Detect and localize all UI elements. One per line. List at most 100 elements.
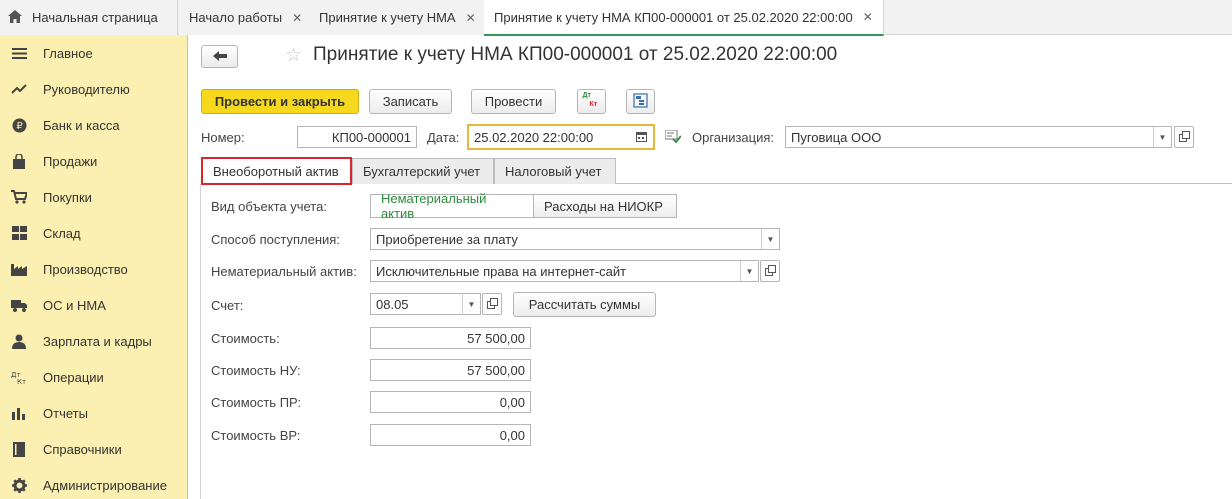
date-label: Дата: <box>427 130 460 145</box>
receipt-method-dropdown[interactable]: ▼ <box>761 229 779 249</box>
object-type-intangible[interactable]: Нематериальный актив <box>370 191 534 221</box>
grid-icon <box>11 225 27 241</box>
date-value: 25.02.2020 22:00:00 <box>474 129 594 145</box>
cost-field[interactable]: 57 500,00 <box>370 327 531 349</box>
tab-home-label: Начальная страница <box>32 10 158 25</box>
asset-dropdown[interactable]: ▼ <box>740 261 758 281</box>
check-document-icon[interactable] <box>664 129 682 146</box>
svg-text:Кт: Кт <box>17 378 26 385</box>
date-field[interactable]: 25.02.2020 22:00:00 <box>467 124 655 150</box>
dt-kt-icon: Дт Кт <box>11 369 27 385</box>
page-title: Принятие к учету НМА КП00-000001 от 25.0… <box>313 44 838 65</box>
sidebar-item-label: Операции <box>43 369 104 385</box>
svg-text:₽: ₽ <box>16 121 23 132</box>
sidebar-item-manager[interactable]: Руководителю <box>0 71 188 107</box>
open-icon <box>1178 130 1190 145</box>
organization-dropdown[interactable]: ▼ <box>1153 127 1171 147</box>
home-icon <box>8 9 22 26</box>
sidebar-item-purchases[interactable]: Покупки <box>0 179 188 215</box>
number-field[interactable]: КП00-000001 <box>297 126 417 148</box>
bar-chart-icon <box>11 405 27 421</box>
object-type-label: Вид объекта учета: <box>211 199 327 214</box>
dt-kt-icon: Дт Кт <box>583 92 601 111</box>
receipt-method-field[interactable]: Приобретение за плату <box>370 228 780 250</box>
cost-label: Стоимость: <box>211 331 280 346</box>
tab-nma-document[interactable]: Принятие к учету НМА КП00-000001 от 25.0… <box>484 0 884 36</box>
sidebar: Главное Руководителю ₽ Банк и касса Прод… <box>0 35 188 499</box>
close-icon[interactable]: ✕ <box>466 11 476 25</box>
person-icon <box>11 333 27 349</box>
tab-home[interactable]: Начальная страница <box>0 0 178 35</box>
arrow-left-icon <box>212 49 227 64</box>
organization-value: Пуговица ООО <box>791 129 882 145</box>
cost-vr-label: Стоимость ВР: <box>211 428 301 443</box>
post-and-close-button[interactable]: Провести и закрыть <box>201 89 359 114</box>
organization-open-button[interactable] <box>1174 126 1194 148</box>
sidebar-item-references[interactable]: Справочники <box>0 431 188 467</box>
asset-label: Нематериальный актив: <box>211 264 357 279</box>
cost-pr-field[interactable]: 0,00 <box>370 391 531 413</box>
cart-icon <box>11 189 27 205</box>
account-value: 08.05 <box>376 296 409 312</box>
structure-button[interactable] <box>626 89 655 114</box>
sidebar-item-warehouse[interactable]: Склад <box>0 215 188 251</box>
kt-label: Кт <box>589 100 598 108</box>
cost-vr-field[interactable]: 0,00 <box>370 424 531 446</box>
close-icon[interactable]: ✕ <box>863 10 873 24</box>
chevron-down-icon: ▼ <box>766 234 775 244</box>
sidebar-item-label: Склад <box>43 225 81 241</box>
tab-label: Принятие к учету НМА КП00-000001 от 25.0… <box>494 9 853 25</box>
close-icon[interactable]: ✕ <box>292 11 302 25</box>
sidebar-item-production[interactable]: Производство <box>0 251 188 287</box>
sidebar-item-label: Покупки <box>43 189 92 205</box>
tab-accounting[interactable]: Бухгалтерский учет <box>352 158 494 184</box>
sidebar-item-label: Администрирование <box>43 477 167 493</box>
tab-start[interactable]: Начало работы ✕ <box>179 0 314 35</box>
tab-nma-list[interactable]: Принятие к учету НМА ✕ <box>309 0 487 35</box>
save-button[interactable]: Записать <box>369 89 452 114</box>
dt-kt-button[interactable]: Дт Кт <box>577 89 606 114</box>
sidebar-item-sales[interactable]: Продажи <box>0 143 188 179</box>
chevron-down-icon: ▼ <box>467 299 476 309</box>
tab-label: Начало работы <box>189 10 283 25</box>
asset-field[interactable]: Исключительные права на интернет-сайт <box>370 260 759 282</box>
sidebar-item-operations[interactable]: Дт Кт Операции <box>0 359 188 395</box>
hierarchy-icon <box>633 92 648 111</box>
sidebar-item-bank[interactable]: ₽ Банк и касса <box>0 107 188 143</box>
trend-icon <box>11 81 27 97</box>
book-icon <box>11 441 27 457</box>
back-button[interactable] <box>201 45 238 68</box>
open-icon <box>764 264 776 279</box>
gear-icon <box>11 477 27 493</box>
object-type-rnd[interactable]: Расходы на НИОКР <box>533 194 677 218</box>
sidebar-item-reports[interactable]: Отчеты <box>0 395 188 431</box>
organization-field[interactable]: Пуговица ООО <box>785 126 1172 148</box>
calculate-sums-button[interactable]: Рассчитать суммы <box>513 292 656 317</box>
tab-label: Принятие к учету НМА <box>319 10 456 25</box>
account-open-button[interactable] <box>482 293 502 315</box>
calendar-icon[interactable] <box>636 130 647 145</box>
account-label: Счет: <box>211 298 244 313</box>
bag-icon <box>11 153 27 169</box>
factory-icon <box>11 261 27 277</box>
asset-open-button[interactable] <box>760 260 780 282</box>
tab-fixed-asset[interactable]: Внеоборотный актив <box>201 157 352 185</box>
open-icon <box>486 297 498 312</box>
account-dropdown[interactable]: ▼ <box>462 294 480 314</box>
tab-tax[interactable]: Налоговый учет <box>494 158 616 184</box>
sidebar-item-payroll[interactable]: Зарплата и кадры <box>0 323 188 359</box>
organization-label: Организация: <box>692 130 775 145</box>
post-button[interactable]: Провести <box>471 89 556 114</box>
content-border <box>200 184 201 499</box>
sidebar-item-label: Производство <box>43 261 128 277</box>
asset-value: Исключительные права на интернет-сайт <box>376 263 627 279</box>
cost-nu-field[interactable]: 57 500,00 <box>370 359 531 381</box>
sidebar-item-main[interactable]: Главное <box>0 35 188 71</box>
sidebar-item-admin[interactable]: Администрирование <box>0 467 188 499</box>
receipt-method-label: Способ поступления: <box>211 232 340 247</box>
sidebar-item-assets[interactable]: ОС и НМА <box>0 287 188 323</box>
sidebar-item-label: Продажи <box>43 153 98 169</box>
star-icon[interactable]: ☆ <box>285 44 302 67</box>
receipt-method-value: Приобретение за плату <box>376 231 518 247</box>
ruble-icon: ₽ <box>11 117 27 133</box>
